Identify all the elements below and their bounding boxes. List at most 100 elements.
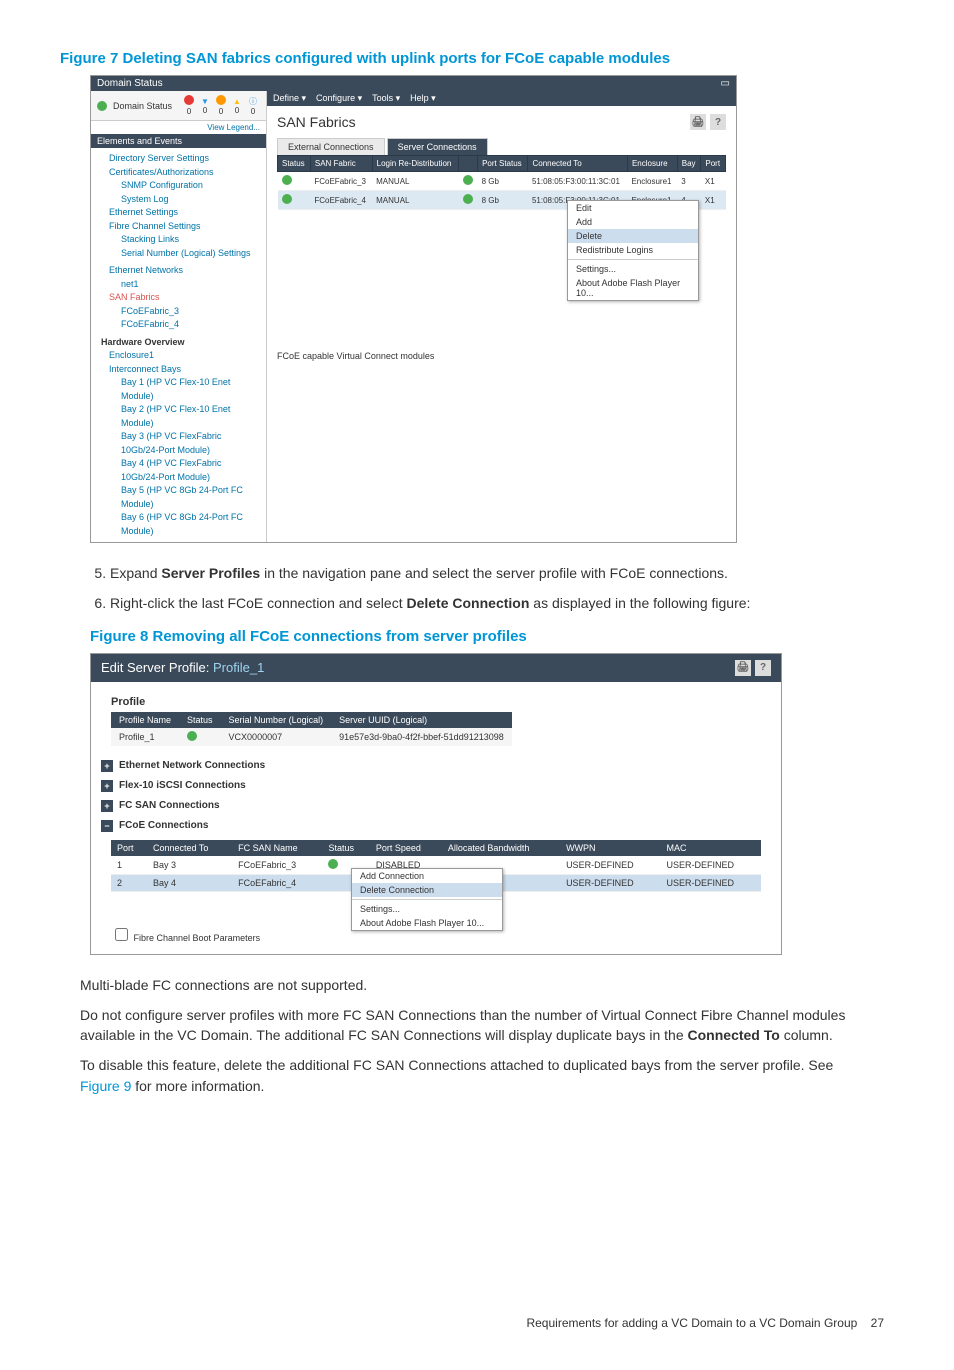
menu-bar: Define ▾ Configure ▾ Tools ▾ Help ▾ [267,91,736,106]
tree-syslog[interactable]: System Log [97,193,260,207]
row-ps: 8 Gb [478,191,528,210]
print-icon[interactable]: 🖨 [735,660,751,676]
tree-bay3[interactable]: Bay 3 (HP VC FlexFabric 10Gb/24-Port Mod… [97,430,260,457]
ctx-edit[interactable]: Edit [568,201,698,215]
tree-enc1[interactable]: Enclosure1 [97,349,260,363]
step6-bold: Delete Connection [406,595,529,611]
iscsi-conn-header[interactable]: + Flex-10 iSCSI Connections [91,776,781,796]
ctx2-settings[interactable]: Settings... [352,902,502,916]
fcell-name: FCoEFabric_4 [232,874,322,891]
tree-bay5[interactable]: Bay 5 (HP VC 8Gb 24-Port FC Module) [97,484,260,511]
paragraph-3: To disable this feature, delete the addi… [80,1055,874,1096]
critical-icon [184,95,194,105]
th-fabric: SAN Fabric [310,156,372,172]
ctx-add[interactable]: Add [568,215,698,229]
menu-help[interactable]: Help ▾ [410,93,436,104]
tree-bay6[interactable]: Bay 6 (HP VC 8Gb 24-Port FC Module) [97,511,260,538]
menu-define[interactable]: Define ▾ [273,93,306,104]
th-port: Port [701,156,726,172]
th-port-status: Port Status [478,156,528,172]
tree-fcoe4[interactable]: FCoEFabric_4 [97,318,260,332]
tree-ibays[interactable]: Interconnect Bays [97,363,260,377]
pcell-serial: VCX0000007 [221,728,332,746]
ctx-settings[interactable]: Settings... [568,262,698,276]
figure9-link[interactable]: Figure 9 [80,1078,131,1094]
fcoe-conn-label: FCoE Connections [119,820,208,831]
tree-net1[interactable]: net1 [97,278,260,292]
fth-conn: Connected To [147,840,232,856]
ctx-delete[interactable]: Delete [568,229,698,243]
tree-fcoe3[interactable]: FCoEFabric_3 [97,305,260,319]
count-3: 0 [235,106,239,115]
fth-mac: MAC [661,840,762,856]
fcell-port: 2 [111,874,147,891]
row-status-icon [282,194,292,204]
paragraph-2: Do not configure server profiles with mo… [80,1005,874,1046]
fcell-mac: USER-DEFINED [661,856,762,875]
fcsan-conn-header[interactable]: + FC SAN Connections [91,796,781,816]
fcoe-footer-note: FCoE capable Virtual Connect modules [267,311,736,367]
print-icon[interactable]: 🖨 [690,114,706,130]
profile-section-hdr: Profile [111,696,761,708]
row-login: MANUAL [372,172,459,191]
fcoe-conn-header[interactable]: − FCoE Connections [91,816,781,836]
ctx-flash[interactable]: About Adobe Flash Player 10... [568,276,698,300]
menu-tools[interactable]: Tools ▾ [372,93,400,104]
row-ps-icon [463,175,473,185]
tree-bay2[interactable]: Bay 2 (HP VC Flex-10 Enet Module) [97,403,260,430]
left-nav-pane: Domain Status 0 ▼0 0 ▲0 ⓘ0 View Legend..… [91,91,267,542]
ctx2-add[interactable]: Add Connection [352,869,502,883]
fc-boot-checkbox[interactable] [115,928,128,941]
th-bay: Bay [677,156,701,172]
tab-server-connections[interactable]: Server Connections [387,138,488,155]
count-0: 0 [187,107,191,116]
collapse-icon: − [101,820,113,832]
fth-bw: Allocated Bandwidth [442,840,560,856]
warn-icon [216,95,226,105]
page-number: 27 [871,1316,884,1330]
tree-san-fabrics[interactable]: SAN Fabrics [97,291,260,305]
pth-status: Status [179,712,221,728]
tree-fc-settings[interactable]: Fibre Channel Settings [97,220,260,234]
fcell-status-icon [328,859,338,869]
tree-bay1[interactable]: Bay 1 (HP VC Flex-10 Enet Module) [97,376,260,403]
ctx2-delete[interactable]: Delete Connection [352,883,502,897]
page-footer: Requirements for adding a VC Domain to a… [60,1316,894,1330]
th-enclosure: Enclosure [627,156,677,172]
eth-conn-header[interactable]: + Ethernet Network Connections [91,756,781,776]
row-port: X1 [701,172,726,191]
ctx2-flash[interactable]: About Adobe Flash Player 10... [352,916,502,930]
tree-bay4[interactable]: Bay 4 (HP VC FlexFabric 10Gb/24-Port Mod… [97,457,260,484]
tree-stacking[interactable]: Stacking Links [97,233,260,247]
connected-to-bold: Connected To [688,1027,780,1043]
info-icon: ▼ [201,97,209,106]
info2-icon: ⓘ [249,97,257,106]
count-4: 0 [251,107,255,116]
count-2: 0 [219,107,223,116]
help-icon[interactable]: ? [755,660,771,676]
tree-eth-net[interactable]: Ethernet Networks [97,264,260,278]
view-legend-link[interactable]: View Legend... [91,121,266,134]
table-row[interactable]: FCoEFabric_3 MANUAL 8 Gb 51:08:05:F3:00:… [278,172,726,191]
window-titlebar: Domain Status ▭ [91,76,736,91]
fth-port: Port [111,840,147,856]
fth-wwpn: WWPN [560,840,660,856]
help-icon[interactable]: ? [710,114,726,130]
tree-eth-settings[interactable]: Ethernet Settings [97,206,260,220]
ctx-redist[interactable]: Redistribute Logins [568,243,698,257]
row-port: X1 [701,191,726,210]
tab-external-connections[interactable]: External Connections [277,138,385,155]
profile-row: Profile_1 VCX0000007 91e57e3d-9ba0-4f2f-… [111,728,512,746]
main-content-pane: Define ▾ Configure ▾ Tools ▾ Help ▾ SAN … [267,91,736,542]
tree-snmp[interactable]: SNMP Configuration [97,179,260,193]
tree-serial[interactable]: Serial Number (Logical) Settings [97,247,260,261]
titlebar-sizer: ▭ [721,78,730,89]
status-ok-icon [97,101,107,111]
expand-icon: + [101,800,113,812]
menu-configure[interactable]: Configure ▾ [316,93,362,104]
tree-cert[interactable]: Certificates/Authorizations [97,166,260,180]
tree-dir-server[interactable]: Directory Server Settings [97,152,260,166]
fth-name: FC SAN Name [232,840,322,856]
paragraph-1: Multi-blade FC connections are not suppo… [80,975,874,995]
titlebar-text: Domain Status [97,78,163,89]
